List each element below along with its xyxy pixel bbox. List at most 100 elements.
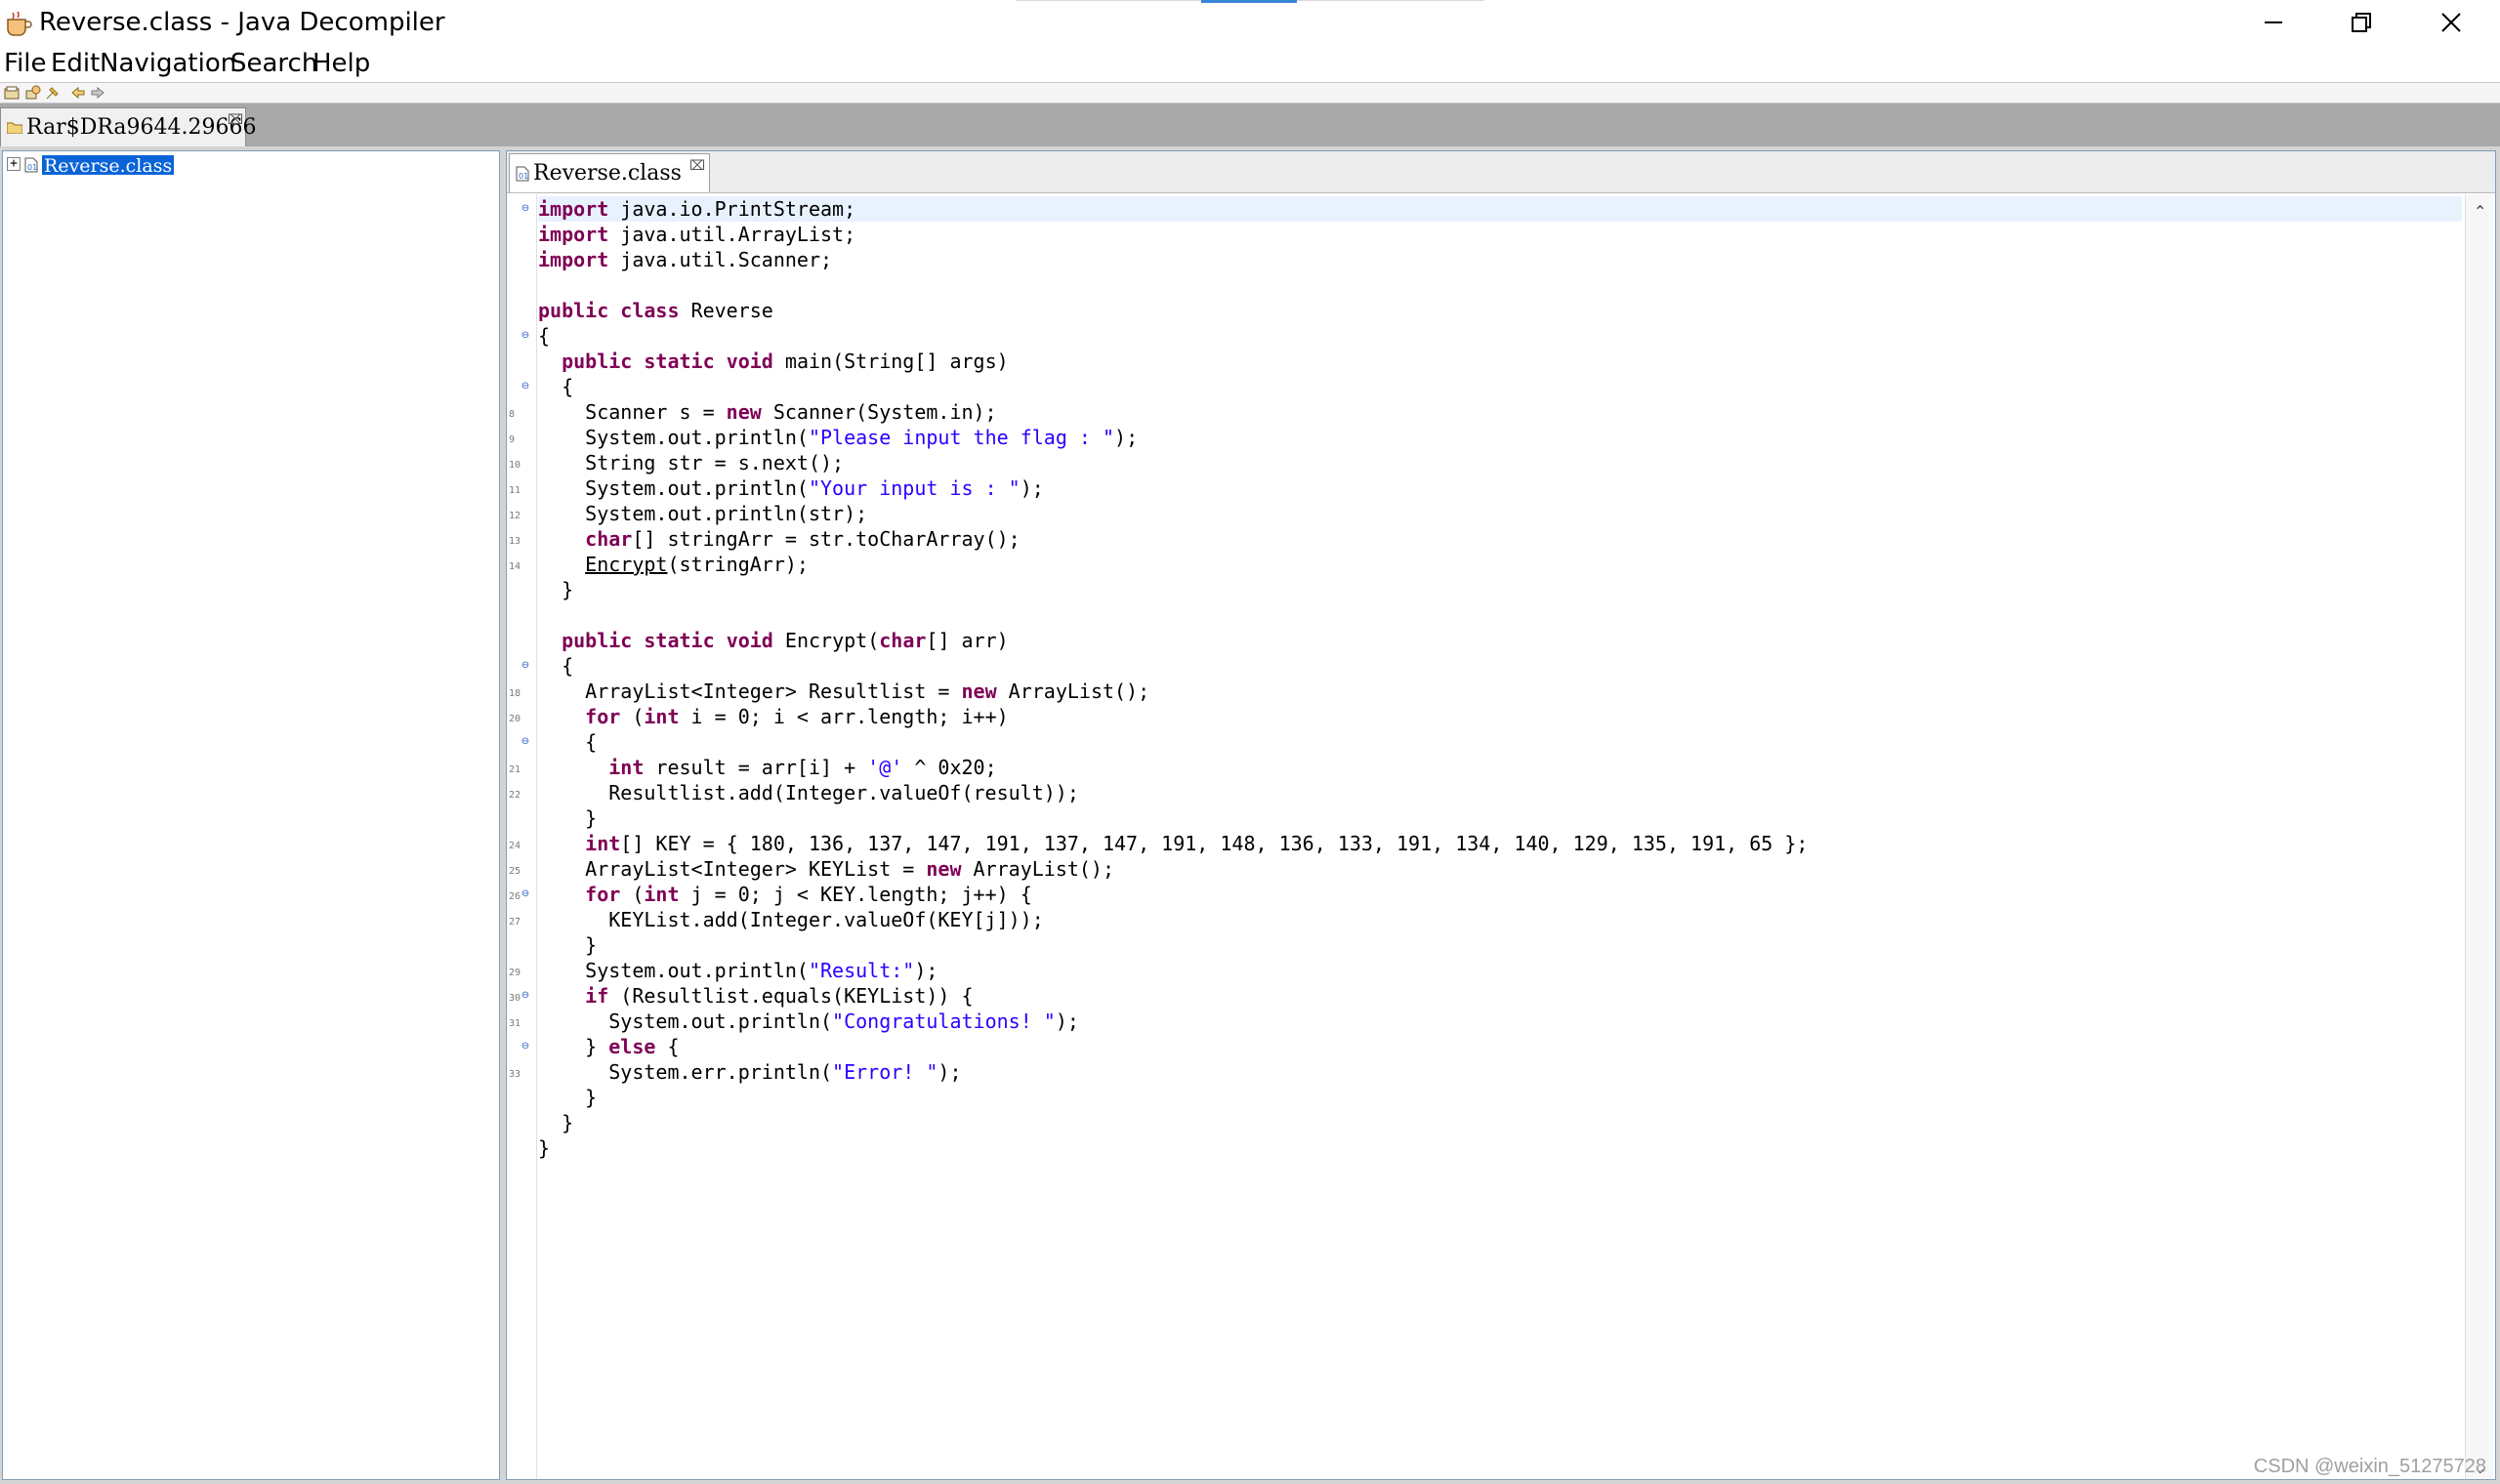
- archive-tab-close-icon[interactable]: ⌧: [228, 112, 243, 128]
- main-area: + 01 Reverse.class 01 Reverse.class ⌧ ⊖ ⊖…: [0, 146, 2500, 1484]
- code-line: char[] stringArr = str.toCharArray();: [585, 527, 1021, 551]
- code-line: System.out.println("Your input is : ");: [538, 476, 1044, 500]
- code-line: {: [538, 730, 598, 754]
- line-number: 33: [509, 1069, 521, 1080]
- line-number: 30: [509, 993, 521, 1004]
- pin-icon[interactable]: [45, 85, 61, 101]
- code-line: {: [538, 324, 551, 348]
- line-number: 25: [509, 866, 521, 877]
- code-line: Scanner s = new Scanner(System.in);: [538, 400, 997, 424]
- code-line: }: [538, 1111, 574, 1134]
- expand-icon[interactable]: +: [7, 157, 21, 171]
- editor-tab-close-icon[interactable]: ⌧: [689, 158, 705, 174]
- line-number: 31: [509, 1018, 521, 1029]
- menu-bar: File Edit Navigation Search Help: [0, 45, 2500, 82]
- editor-tab-bar: 01 Reverse.class ⌧: [507, 151, 2495, 193]
- fold-toggle-icon[interactable]: ⊖: [521, 889, 530, 899]
- window-title: Reverse.class - Java Decompiler: [39, 8, 445, 37]
- code-line: String str = s.next();: [538, 451, 845, 474]
- code-line: public class Reverse: [538, 299, 773, 322]
- forward-icon[interactable]: [90, 85, 105, 101]
- line-number: 24: [509, 841, 521, 851]
- scroll-up-icon[interactable]: ⌃: [2474, 202, 2486, 221]
- fold-toggle-icon[interactable]: ⊖: [521, 204, 530, 214]
- code-line: }: [538, 578, 574, 601]
- fold-toggle-icon[interactable]: ⊖: [521, 737, 530, 747]
- svg-text:01: 01: [519, 172, 528, 181]
- close-icon: [2441, 13, 2461, 32]
- fold-toggle-icon[interactable]: ⊖: [521, 382, 530, 392]
- line-number: 22: [509, 790, 521, 801]
- restore-button[interactable]: [2316, 0, 2406, 45]
- line-number: 29: [509, 968, 521, 978]
- line-number: 26: [509, 891, 521, 902]
- vertical-scrollbar[interactable]: ⌃ ⌄: [2465, 194, 2493, 1479]
- code-line: ArrayList<Integer> KEYList = new ArrayLi…: [538, 857, 1115, 881]
- title-bar: Reverse.class - Java Decompiler: [0, 0, 2500, 45]
- line-number: 13: [509, 536, 521, 547]
- code-line: System.out.println(str);: [538, 502, 868, 525]
- fold-toggle-icon[interactable]: ⊖: [521, 991, 530, 1001]
- svg-text:01: 01: [27, 163, 37, 172]
- line-number: 20: [509, 714, 521, 724]
- code-line: {: [538, 375, 574, 398]
- fold-toggle-icon[interactable]: ⊖: [521, 1042, 530, 1051]
- code-line: for (int i = 0; i < arr.length; i++): [585, 705, 1009, 728]
- open-file-icon[interactable]: [4, 85, 20, 101]
- code-line: Encrypt(stringArr);: [585, 553, 809, 576]
- coffee-cup-icon: [7, 11, 32, 36]
- editor-tab[interactable]: 01 Reverse.class ⌧: [509, 153, 710, 192]
- code-line: import java.util.ArrayList;: [538, 223, 856, 246]
- code-line: ArrayList<Integer> Resultlist = new Arra…: [538, 680, 1150, 703]
- code-line: {: [538, 654, 574, 678]
- line-number: 8: [509, 409, 516, 420]
- code-line: Resultlist.add(Integer.valueOf(result));: [538, 781, 1079, 804]
- watermark: CSDN @weixin_51275728: [2253, 1456, 2486, 1477]
- close-button[interactable]: [2406, 0, 2496, 45]
- archive-tab-label: Rar$DRa9644.29666: [26, 115, 257, 140]
- back-icon[interactable]: [70, 85, 86, 101]
- restore-icon: [2352, 13, 2371, 32]
- code-line: import java.util.Scanner;: [538, 248, 833, 271]
- open-type-icon[interactable]: [25, 85, 41, 101]
- archive-tab[interactable]: Rar$DRa9644.29666 ⌧: [0, 107, 257, 146]
- code-line: import java.io.PrintStream;: [538, 197, 856, 221]
- code-line: for (int j = 0; j < KEY.length; j++) {: [585, 883, 1032, 906]
- line-number: 14: [509, 561, 521, 572]
- code-line: } else {: [538, 1035, 680, 1058]
- editor-tab-label: Reverse.class: [533, 161, 682, 186]
- class-file-icon: 01: [516, 166, 529, 182]
- code-line: System.out.println("Congratulations! ");: [538, 1010, 1079, 1033]
- menu-file[interactable]: File: [4, 45, 47, 82]
- editor-pane: 01 Reverse.class ⌧ ⊖ ⊖ ⊖ 8 9 10 11 12 13 14 ⊖ 18 20 ⊖…: [506, 150, 2496, 1480]
- menu-navigation[interactable]: Navigation: [100, 45, 236, 82]
- line-number: 9: [509, 434, 516, 445]
- class-file-icon: 01: [24, 157, 38, 173]
- code-line: }: [538, 933, 598, 957]
- code-line: System.err.println("Error! ");: [538, 1060, 962, 1084]
- code-line: }: [538, 806, 598, 830]
- line-number: 27: [509, 917, 521, 928]
- code-line: public static void main(String[] args): [562, 350, 1009, 373]
- line-number: 12: [509, 511, 521, 521]
- code-line: if (Resultlist.equals(KEYList)) {: [585, 984, 974, 1008]
- menu-edit[interactable]: Edit: [51, 45, 100, 82]
- menu-help[interactable]: Help: [312, 45, 370, 82]
- code-line: int result = arr[i] + '@' ^ 0x20;: [608, 756, 997, 779]
- line-number: 18: [509, 688, 521, 699]
- menu-search[interactable]: Search: [230, 45, 317, 82]
- file-tree-pane: + 01 Reverse.class: [2, 150, 500, 1480]
- source-code-view[interactable]: import java.io.PrintStream; import java.u…: [538, 196, 2462, 1465]
- archive-tab-strip: Rar$DRa9644.29666 ⌧: [0, 103, 2500, 146]
- code-line: }: [538, 1136, 551, 1160]
- code-line: }: [538, 1086, 598, 1109]
- line-number: 11: [509, 485, 521, 496]
- minimize-button[interactable]: [2229, 0, 2318, 45]
- minimize-icon: [2265, 21, 2282, 23]
- line-number: 10: [509, 460, 521, 471]
- fold-toggle-icon[interactable]: ⊖: [521, 331, 530, 341]
- fold-toggle-icon[interactable]: ⊖: [521, 661, 530, 671]
- line-number-gutter: ⊖ ⊖ ⊖ 8 9 10 11 12 13 14 ⊖ 18 20 ⊖ 21 22 24 25 26 ⊖ 27 29 30 ⊖ 3…: [507, 194, 537, 1479]
- toolbar: [0, 82, 2500, 103]
- code-line: public static void Encrypt(char[] arr): [562, 629, 1009, 652]
